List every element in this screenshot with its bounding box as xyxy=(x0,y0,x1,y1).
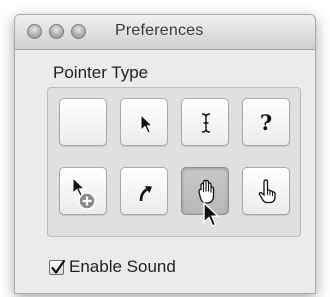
i-beam-icon xyxy=(201,113,211,133)
mouse-cursor-icon xyxy=(203,201,220,227)
title-bar[interactable]: Preferences xyxy=(15,15,315,50)
enable-sound-label: Enable Sound xyxy=(69,257,176,276)
pointer-option-help[interactable]: ? xyxy=(242,98,290,146)
pointer-option-ibeam[interactable] xyxy=(181,98,229,146)
enable-sound-checkbox[interactable] xyxy=(49,259,66,275)
close-button[interactable] xyxy=(27,24,42,39)
pointer-type-label: Pointer Type xyxy=(53,63,149,82)
pointing-hand-icon xyxy=(258,179,276,204)
help-icon: ? xyxy=(259,110,273,135)
pointer-option-arrow[interactable] xyxy=(120,98,168,146)
copy-pointer-icon xyxy=(72,176,96,210)
pointer-option-pointing-hand[interactable] xyxy=(242,167,290,215)
minimize-button[interactable] xyxy=(49,24,64,39)
pointer-option-blank[interactable] xyxy=(59,98,107,146)
pointer-type-group: ? xyxy=(47,87,301,237)
pointer-option-copy[interactable] xyxy=(59,167,107,215)
preferences-window: Preferences Pointer Type ? Enable Sound xyxy=(14,14,316,294)
window-title: Preferences xyxy=(115,22,204,39)
pointer-option-alias[interactable] xyxy=(120,167,168,215)
checkmark-icon xyxy=(51,259,66,274)
zoom-button[interactable] xyxy=(71,24,86,39)
arrow-pointer-icon xyxy=(140,113,154,134)
alias-pointer-icon xyxy=(139,186,152,202)
